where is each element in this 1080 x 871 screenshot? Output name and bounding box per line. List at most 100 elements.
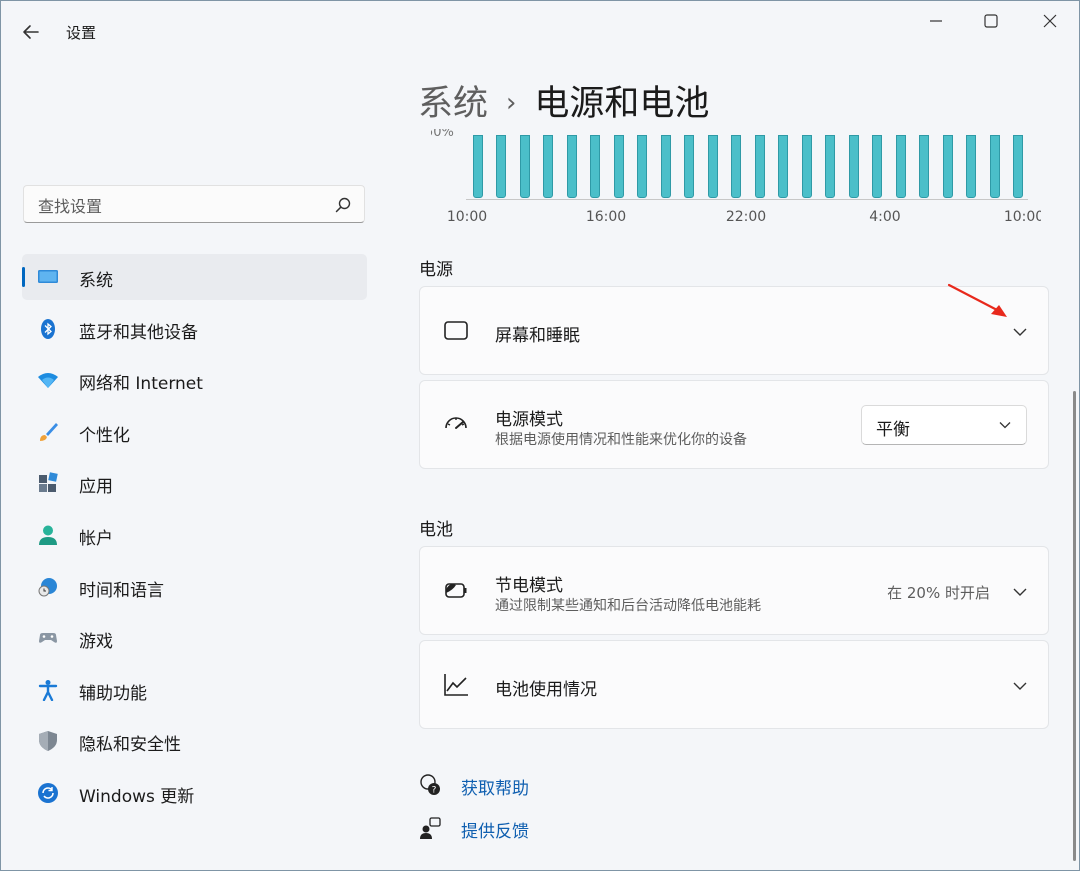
chart-x-tick: 10:00 [446,209,488,225]
chart-bar [942,135,953,198]
chart-bar [754,135,765,198]
sidebar-item-label: 帐户 [79,528,113,549]
chevron-down-icon [999,422,1011,429]
maximize-icon [984,14,998,28]
chart-bar [872,135,883,198]
battery-usage-card[interactable]: 电池使用情况 [419,640,1049,729]
chart-bar [801,135,812,198]
chart-bar [731,135,742,198]
chart-bar [637,135,648,198]
power-section-title: 电源 [419,260,453,280]
sidebar-item-label: 游戏 [79,632,113,653]
search-icon[interactable] [334,196,352,214]
battery-saver-icon [445,583,467,598]
battery-saver-status: 在 20% 时开启 [887,584,990,602]
feedback-icon [420,817,441,839]
battery-saver-card[interactable]: 节电模式 通过限制某些通知和后台活动降低电池能耗 在 20% 时开启 [419,546,1049,635]
sidebar-item-label: 个性化 [79,425,130,446]
chart-y-tick: 50% [431,129,454,140]
sidebar-item-label: 系统 [79,271,113,291]
power-mode-title: 电源模式 [495,410,563,430]
chart-bar [496,135,507,198]
close-icon [1043,14,1057,28]
sidebar-item-network[interactable]: 网络和 Internet [22,357,367,403]
scrollbar[interactable] [1073,391,1076,861]
chart-axis [466,199,1028,200]
svg-text:?: ? [432,786,437,796]
chevron-down-icon[interactable] [1012,584,1028,600]
sidebar-item-personalization[interactable]: 个性化 [22,409,367,455]
chart-bar [707,135,718,198]
help-chat-icon: ? [420,774,440,796]
get-help-label: 获取帮助 [461,779,529,799]
sidebar-item-gaming[interactable]: 游戏 [22,615,367,661]
speedometer-icon [445,417,467,429]
back-button[interactable] [17,17,47,47]
battery-saver-title: 节电模式 [495,576,563,596]
power-mode-subtitle: 根据电源使用情况和性能来优化你的设备 [495,432,747,448]
screen-sleep-icon [444,321,468,343]
sidebar-item-privacy[interactable]: 隐私和安全性 [22,718,367,764]
power-mode-dropdown[interactable]: 平衡 [861,405,1027,445]
line-chart-icon [444,674,468,696]
search-input[interactable] [36,194,330,218]
chart-x-tick: 16:00 [585,209,627,225]
battery-section-title: 电池 [419,520,453,540]
screen-sleep-card[interactable]: 屏幕和睡眠 [419,286,1049,375]
sidebar-item-label: 网络和 Internet [79,374,203,395]
chart-bar [989,135,1000,198]
chart-bar [919,135,930,198]
sidebar-item-system[interactable]: 系统 [22,254,367,300]
chart-bar [543,135,554,198]
maximize-button[interactable] [963,1,1021,41]
battery-saver-subtitle: 通过限制某些通知和后台活动降低电池能耗 [495,598,761,614]
sidebar-item-accounts[interactable]: 帐户 [22,512,367,558]
bluetooth-icon [41,318,55,339]
sidebar-item-label: 蓝牙和其他设备 [79,322,198,343]
person-icon [39,525,57,545]
battery-usage-title: 电池使用情况 [495,680,597,700]
chart-bar [473,135,483,198]
chart-bar [566,135,577,198]
power-mode-value: 平衡 [876,420,910,440]
chart-bar [684,135,695,198]
update-icon [38,782,58,803]
chart-bar [590,135,601,198]
minimize-button[interactable] [906,1,964,41]
search-box[interactable] [23,185,365,223]
power-mode-card: 电源模式 根据电源使用情况和性能来优化你的设备 平衡 [419,380,1049,469]
chart-bar [613,135,624,198]
sidebar-item-windows-update[interactable]: Windows 更新 [22,770,367,816]
sidebar-item-bluetooth[interactable]: 蓝牙和其他设备 [22,306,367,352]
chart-bar [1013,135,1023,198]
sidebar-item-time-language[interactable]: 时间和语言 [22,564,367,610]
wifi-icon [38,373,58,389]
chevron-down-icon[interactable] [1012,678,1028,694]
chart-x-tick: 4:00 [869,209,901,225]
close-button[interactable] [1021,1,1079,41]
monitor-icon [38,270,58,283]
settings-window: 设置 系统 蓝牙和其他设备 [0,0,1080,871]
accessibility-icon [38,679,58,701]
breadcrumb: 系统 › 电源和电池 [418,75,709,126]
chart-bar [848,135,859,198]
sidebar-item-label: 辅助功能 [79,683,147,704]
gamepad-icon [39,633,57,643]
breadcrumb-parent[interactable]: 系统 [418,84,488,124]
chevron-down-icon[interactable] [1012,324,1028,340]
sidebar-item-accessibility[interactable]: 辅助功能 [22,667,367,713]
chart-bar [825,135,836,198]
sidebar-item-label: Windows 更新 [79,786,195,807]
minimize-icon [930,20,942,22]
chart-bar [519,135,530,198]
app-title: 设置 [66,24,97,42]
chart-bar [895,135,906,198]
back-arrow-icon [23,25,39,39]
title-bar: 设置 [1,1,1079,51]
sidebar-item-label: 隐私和安全性 [79,735,181,756]
sidebar-nav: 系统 蓝牙和其他设备 网络和 Internet 个性化 应用 帐户 时间和语言 … [22,254,367,822]
sidebar-item-apps[interactable]: 应用 [22,460,367,506]
screen-sleep-title: 屏幕和睡眠 [495,326,580,346]
chart-x-tick: 10:00 [1003,209,1041,225]
sidebar-item-label: 应用 [79,477,113,498]
